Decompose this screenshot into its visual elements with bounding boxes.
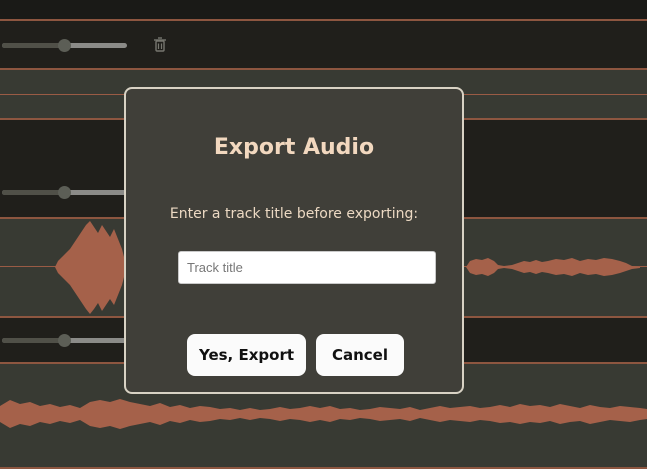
dialog-title: Export Audio xyxy=(213,135,375,160)
modal-overlay: Export Audio Enter a track title before … xyxy=(0,0,647,469)
yes-export-button[interactable]: Yes, Export xyxy=(187,334,306,376)
export-dialog: Export Audio Enter a track title before … xyxy=(124,87,464,394)
dialog-message: Enter a track title before exporting: xyxy=(169,206,419,222)
cancel-button[interactable]: Cancel xyxy=(316,334,404,376)
track-title-input[interactable] xyxy=(178,251,436,284)
